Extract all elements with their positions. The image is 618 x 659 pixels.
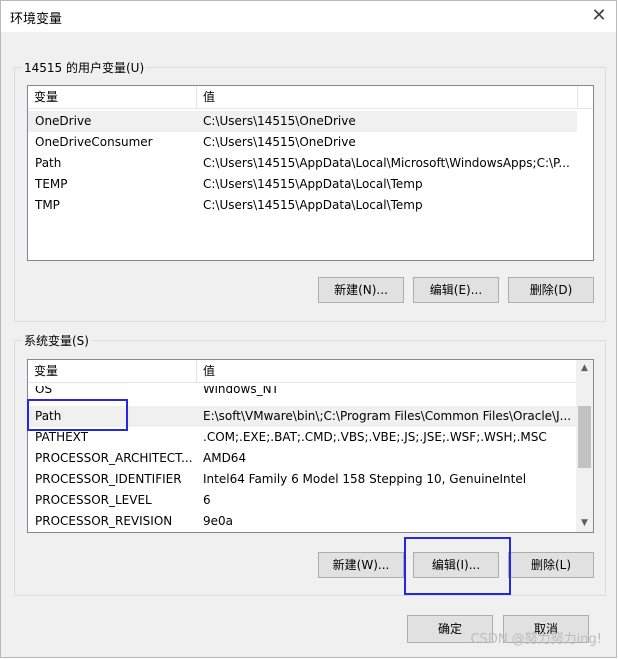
scrollbar-thumb[interactable] — [578, 406, 591, 468]
system-delete-button[interactable]: 删除(L) — [508, 552, 594, 578]
user-new-button[interactable]: 新建(N)... — [318, 277, 404, 303]
close-icon[interactable]: ✕ — [588, 5, 610, 27]
path-highlight-annotation — [27, 399, 128, 431]
variable-value: C:\Users\14515\OneDrive — [203, 135, 356, 149]
variable-name: Path — [35, 156, 62, 170]
user-variables-list[interactable]: 变量 值 OneDrive C:\Users\14515\OneDrive On… — [27, 85, 594, 261]
variable-name: TEMP — [35, 177, 68, 191]
user-variables-group-title: 14515 的用户变量(U) — [22, 59, 147, 76]
column-separator[interactable] — [577, 86, 578, 108]
user-edit-button[interactable]: 编辑(E)... — [413, 277, 499, 303]
variable-value: Windows_NT — [203, 386, 279, 396]
variable-value: .COM;.EXE;.BAT;.CMD;.VBS;.VBE;.JS;.JSE;.… — [203, 430, 547, 444]
variable-name: TMP — [35, 198, 60, 212]
variable-name: OneDriveConsumer — [35, 135, 153, 149]
scroll-down-icon[interactable]: ▼ — [576, 515, 593, 532]
variable-name: PROCESSOR_ARCHITECT... — [35, 451, 193, 465]
variable-name: OS — [35, 386, 53, 396]
system-variables-list-header: 变量 值 — [28, 360, 577, 383]
variable-value: AMD64 — [203, 451, 247, 465]
variable-value: C:\Users\14515\AppData\Local\Microsoft\W… — [203, 156, 570, 170]
watermark-text: CSDN @努力努力ing! — [470, 632, 602, 647]
window-title: 环境变量 — [10, 12, 63, 27]
table-row[interactable]: TEMP C:\Users\14515\AppData\Local\Temp — [28, 174, 577, 195]
system-variables-group-title: 系统变量(S) — [22, 332, 91, 349]
variable-value: 6 — [203, 493, 211, 507]
system-variables-list[interactable]: 变量 值 OS Windows_NT Path E:\soft\VMware\b… — [27, 359, 594, 533]
table-row[interactable]: OneDriveConsumer C:\Users\14515\OneDrive — [28, 132, 577, 153]
vertical-scrollbar[interactable]: ▲ ▼ — [576, 360, 593, 532]
variable-value: C:\Users\14515\OneDrive — [203, 114, 356, 128]
column-header-value[interactable]: 值 — [197, 86, 577, 108]
title-bar: 环境变量 ✕ — [1, 1, 616, 32]
table-row[interactable]: Path C:\Users\14515\AppData\Local\Micros… — [28, 153, 577, 174]
column-header-variable[interactable]: 变量 — [28, 360, 196, 382]
variable-value: E:\soft\VMware\bin\;C:\Program Files\Com… — [203, 409, 572, 423]
variable-value: 9e0a — [203, 514, 234, 528]
table-row[interactable]: OneDrive C:\Users\14515\OneDrive — [28, 111, 577, 132]
table-row[interactable]: TMP C:\Users\14515\AppData\Local\Temp — [28, 195, 577, 216]
table-row[interactable]: PROCESSOR_REVISION 9e0a — [28, 511, 577, 532]
variable-name: PROCESSOR_LEVEL — [35, 493, 152, 507]
table-row[interactable]: PROCESSOR_IDENTIFIER Intel64 Family 6 Mo… — [28, 469, 577, 490]
environment-variables-dialog: 环境变量 ✕ 14515 的用户变量(U) 变量 值 OneDrive C:\U… — [0, 0, 617, 658]
scroll-up-icon[interactable]: ▲ — [576, 360, 593, 377]
variable-name: PROCESSOR_IDENTIFIER — [35, 472, 182, 486]
column-header-value[interactable]: 值 — [197, 360, 577, 382]
variable-name: OneDrive — [35, 114, 92, 128]
table-row[interactable]: PROCESSOR_LEVEL 6 — [28, 490, 577, 511]
table-row[interactable]: PROCESSOR_ARCHITECT... AMD64 — [28, 448, 577, 469]
variable-value: Intel64 Family 6 Model 158 Stepping 10, … — [203, 472, 527, 486]
user-delete-button[interactable]: 删除(D) — [508, 277, 594, 303]
variable-value: C:\Users\14515\AppData\Local\Temp — [203, 177, 423, 191]
variable-name: PROCESSOR_REVISION — [35, 514, 173, 528]
user-variables-list-header: 变量 值 — [28, 86, 593, 109]
table-row[interactable]: OS Windows_NT — [28, 386, 577, 400]
system-new-button[interactable]: 新建(W)... — [318, 552, 404, 578]
edit-button-highlight-annotation — [404, 537, 511, 595]
variable-value: C:\Users\14515\AppData\Local\Temp — [203, 198, 423, 212]
column-header-variable[interactable]: 变量 — [28, 86, 196, 108]
